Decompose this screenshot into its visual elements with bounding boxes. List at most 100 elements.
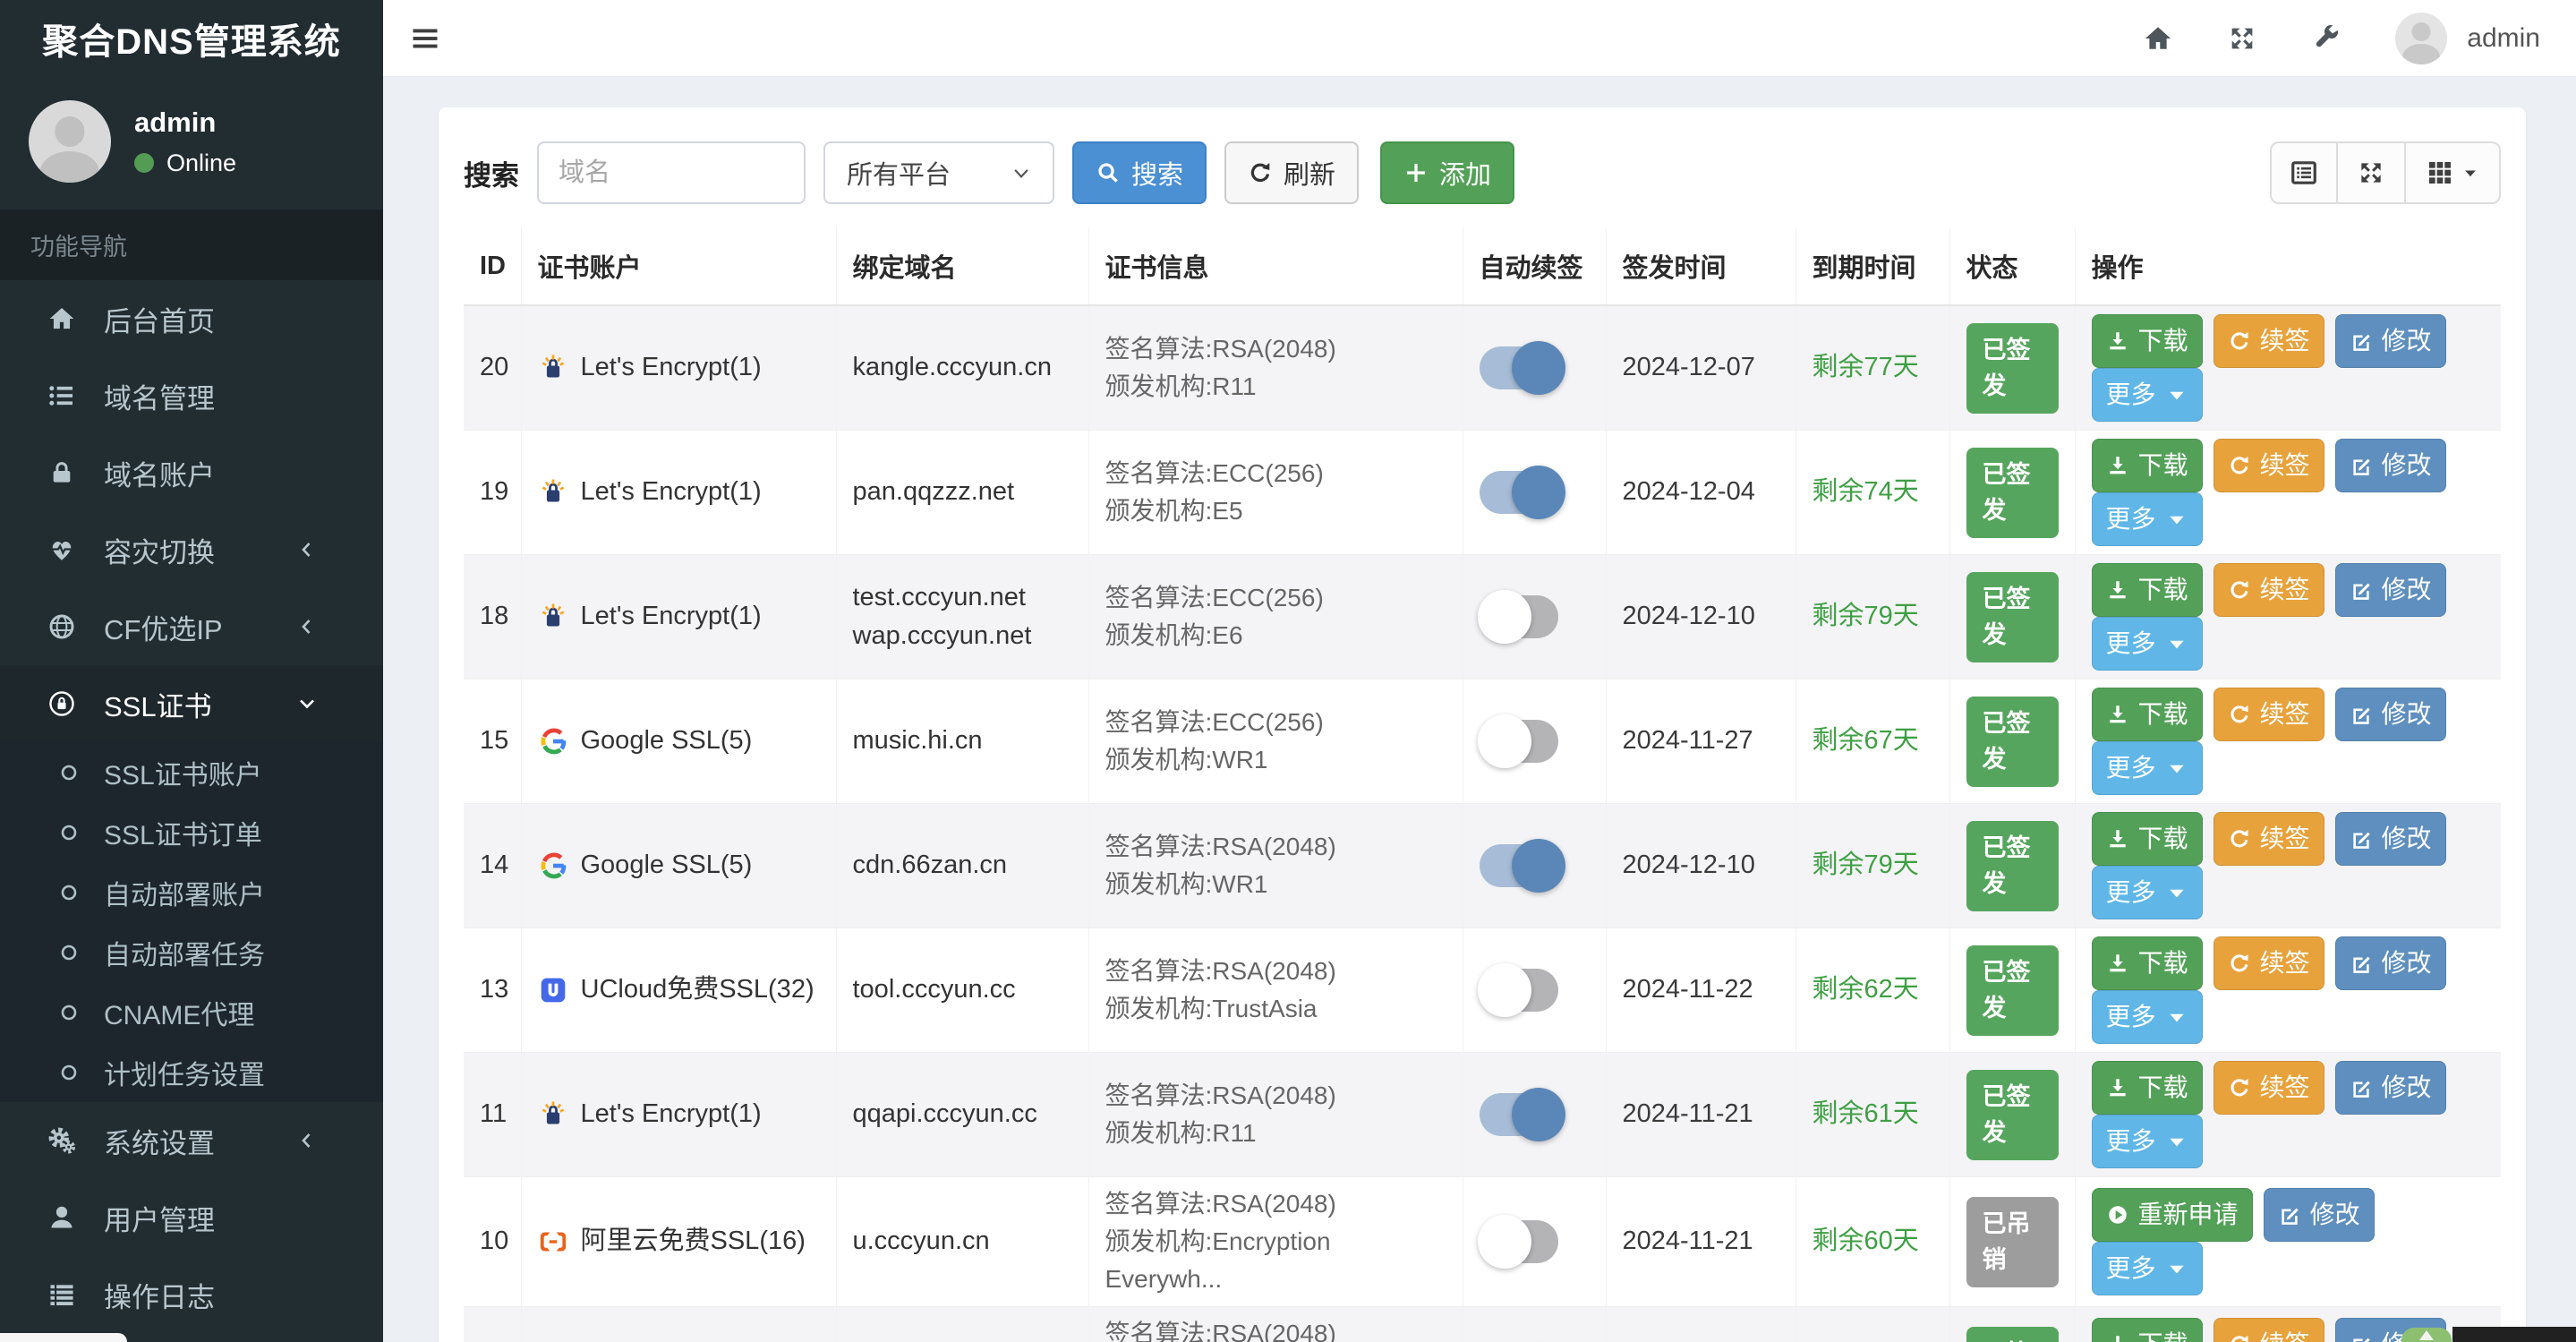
bottom-right-widget[interactable] [2452,1327,2576,1342]
chevron-down-icon [1008,159,1035,186]
download-button[interactable]: 下载 [2091,812,2203,866]
download-button[interactable]: 下载 [2091,1061,2203,1115]
more-button[interactable]: 更多 [2091,1242,2203,1295]
more-button[interactable]: 更多 [2091,1115,2203,1168]
search-button[interactable]: 搜索 [1072,141,1207,204]
auto-renew-toggle[interactable] [1477,963,1565,1017]
bound-domains: mz.qqzzz.net [835,1306,1088,1342]
platform-select[interactable]: 所有平台 [823,141,1054,204]
row-actions: 下载续签修改更多 [2074,803,2501,928]
reapply-button[interactable]: 重新申请 [2091,1188,2253,1242]
edit-icon [2350,952,2373,975]
sidebar-item-deploy-account[interactable]: 自动部署账户 [0,862,383,922]
auto-renew-toggle[interactable] [1477,714,1565,768]
sidebar-item-ssl-account[interactable]: SSL证书账户 [0,742,383,802]
issue-date: 2024-11-27 [1622,726,1753,756]
download-button[interactable]: 下载 [2091,563,2203,617]
more-button[interactable]: 更多 [2091,492,2203,546]
search-icon [1096,160,1121,185]
renew-button[interactable]: 续签 [2213,439,2324,492]
sidebar-item-domain-account[interactable]: 域名账户 [0,434,383,511]
row-actions: 重新申请 修改更多 [2074,1176,2501,1307]
sidebar-item-user-manage[interactable]: 用户管理 [0,1179,383,1256]
refresh-button[interactable]: 刷新 [1224,141,1360,204]
sidebar-toggle-button[interactable] [383,0,467,77]
renew-button[interactable]: 续签 [2213,563,2324,617]
renew-button[interactable]: 续签 [2213,936,2324,990]
search-input[interactable] [537,141,806,204]
caret-down-icon [2165,881,2188,904]
fullscreen-icon[interactable] [2227,23,2257,54]
sidebar-item-operation-log[interactable]: 操作日志 [0,1256,383,1333]
columns-button[interactable] [2406,141,2501,204]
download-button[interactable]: 下载 [2091,1318,2203,1342]
auto-renew-toggle[interactable] [1479,839,1565,893]
sidebar-item-deploy-task[interactable]: 自动部署任务 [0,922,383,982]
table-row: 10 阿里云免费SSL(16) u.cccyun.cn 签名算法:RSA(2048) 颁… [464,1176,2501,1307]
column-header: 操作 [2074,227,2501,306]
more-button[interactable]: 更多 [2091,617,2203,671]
edit-button[interactable]: 修改 [2334,439,2446,492]
more-button[interactable]: 更多 [2091,866,2203,919]
sidebar-item-label: CF优选IP [104,613,223,645]
auto-renew-toggle[interactable] [1477,1215,1565,1269]
more-button[interactable]: 更多 [2091,368,2203,422]
sidebar-item-ssl-order[interactable]: SSL证书订单 [0,802,383,862]
download-button[interactable]: 下载 [2091,688,2203,741]
refresh-icon [1248,160,1273,185]
navbar-user-menu[interactable]: admin [2395,12,2540,64]
chevron-left-icon [286,616,328,637]
auto-renew-toggle[interactable] [1479,341,1565,395]
renew-button[interactable]: 续签 [2213,688,2324,741]
sidebar-item-cf-ip[interactable]: CF优选IP [0,588,383,665]
fullscreen-table-button[interactable] [2338,141,2406,204]
letsencrypt-icon [538,477,568,508]
bound-domains: cdn.66zan.cn [835,803,1088,928]
chevron-left-icon [286,1130,328,1151]
more-button[interactable]: 更多 [2091,741,2203,795]
sidebar-nav: 后台首页 域名管理域名账户容灾切换 CF优选IP SSL证书 SSL证书账户 SSL证书订… [0,280,383,1333]
status-badge: 已签发 [1966,322,2059,414]
ucloud-icon [538,975,568,1005]
renew-button[interactable]: 续签 [2213,1318,2324,1342]
auto-renew-toggle[interactable] [1479,466,1565,519]
toggle-view-button[interactable] [2270,141,2338,204]
renew-button[interactable]: 续签 [2213,314,2324,368]
lock-icon [41,458,82,487]
edit-button[interactable]: 修改 [2334,688,2446,741]
download-button[interactable]: 下载 [2091,314,2203,368]
edit-button[interactable]: 修改 [2334,563,2446,617]
sidebar-item-label: 域名账户 [104,459,215,491]
download-button[interactable]: 下载 [2091,439,2203,492]
edit-button[interactable]: 修改 [2334,1061,2446,1115]
renew-button[interactable]: 续签 [2213,812,2324,866]
renew-button[interactable]: 续签 [2213,1061,2324,1115]
edit-button[interactable]: 修改 [2334,314,2446,368]
provider-name: Let's Encrypt(1) [580,477,762,507]
add-button[interactable]: 添加 [1380,141,1515,204]
home-icon[interactable] [2143,23,2173,54]
back-to-top-widget[interactable] [2401,1328,2452,1342]
sidebar-item-domain-manage[interactable]: 域名管理 [0,357,383,434]
sidebar-item-failover[interactable]: 容灾切换 [0,511,383,588]
download-button[interactable]: 下载 [2091,936,2203,990]
circle-icon [52,762,86,783]
auto-renew-toggle[interactable] [1479,1088,1565,1141]
online-status-dot [134,153,154,173]
sidebar-item-ssl-cert[interactable]: SSL证书 [0,665,383,742]
sidebar-item-cname-proxy[interactable]: CNAME代理 [0,982,383,1042]
main-area: admin 搜索 所有平台 搜索 [383,0,2576,1342]
sidebar-item-home[interactable]: 后台首页 [0,280,383,357]
wrench-icon[interactable] [2311,23,2341,54]
edit-button[interactable]: 修改 [2334,936,2446,990]
more-button[interactable]: 更多 [2091,990,2203,1044]
sidebar-item-cron-settings[interactable]: 计划任务设置 [0,1042,383,1102]
edit-button[interactable]: 修改 [2334,812,2446,866]
days-remaining: 剩余67天 [1812,726,1919,756]
toolbar: 搜索 所有平台 搜索 刷新 [464,141,2501,204]
cert-account: UCloud免费SSL(32) [538,970,820,1010]
edit-button[interactable]: 修改 [2263,1188,2375,1242]
sidebar-item-system-settings[interactable]: 系统设置 [0,1102,383,1179]
cert-info: 签名算法:ECC(256) 颁发机构:E6 [1105,584,1324,649]
auto-renew-toggle[interactable] [1477,590,1565,644]
